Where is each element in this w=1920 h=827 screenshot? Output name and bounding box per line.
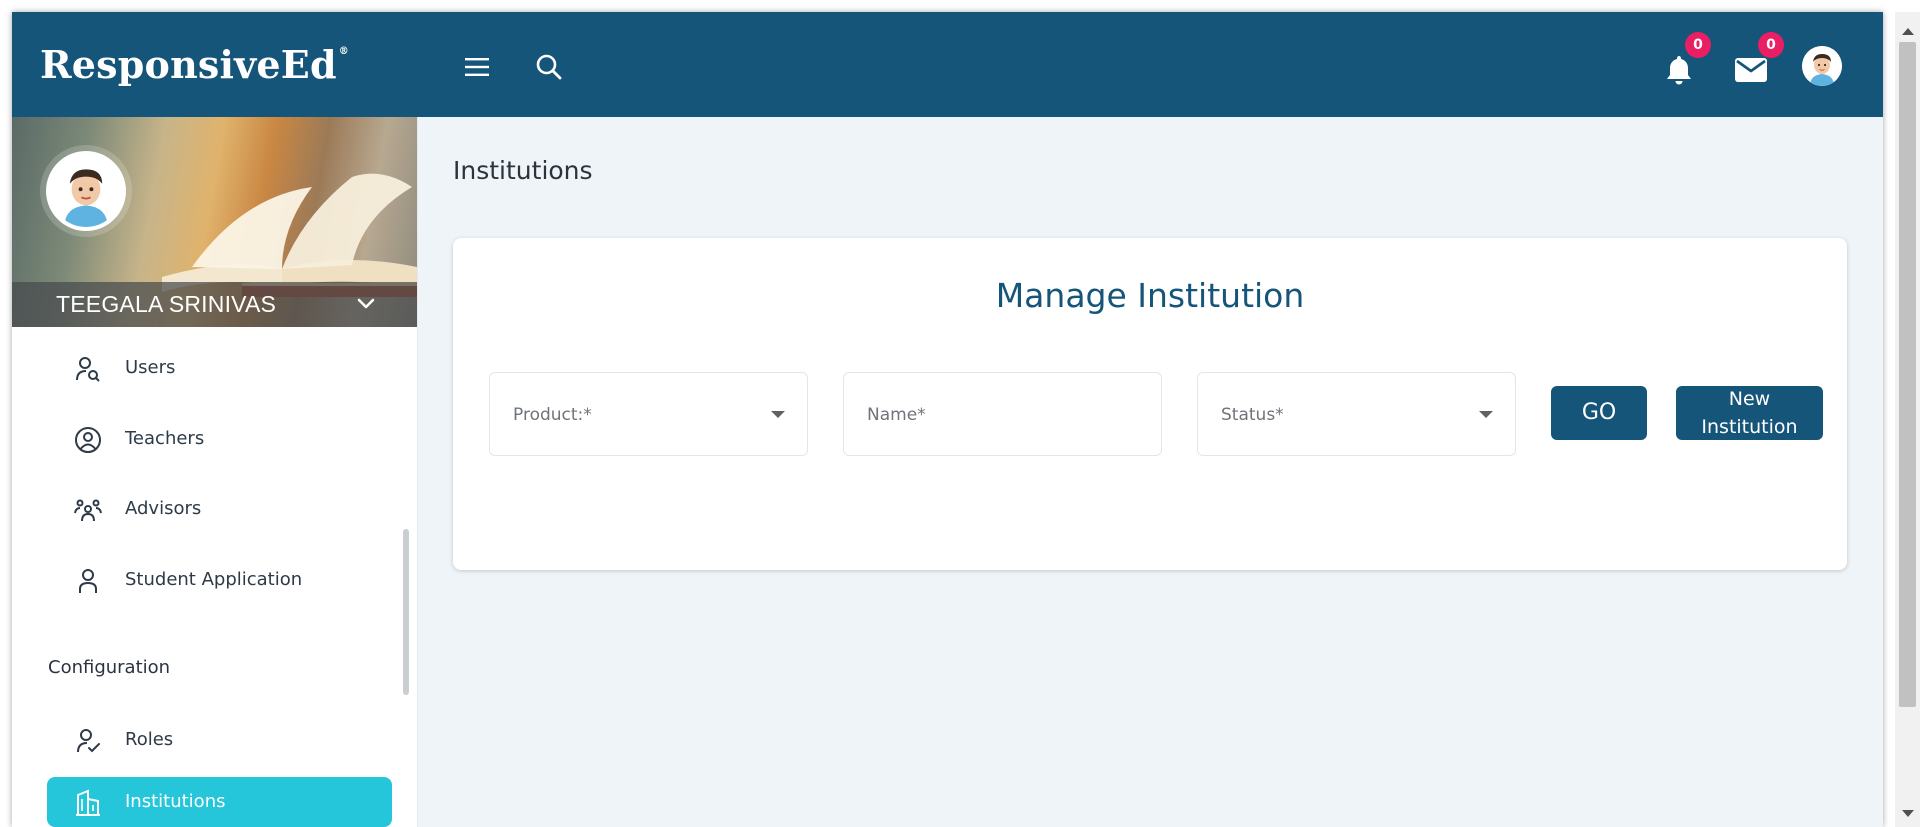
card-title: Manage Institution (995, 276, 1305, 315)
users-group-icon (74, 499, 102, 522)
notifications-button[interactable]: 0 (1659, 32, 1711, 90)
sidebar-item-institutions[interactable]: Institutions (47, 777, 392, 827)
product-placeholder: Product:* (513, 405, 592, 425)
messages-count-badge: 0 (1758, 32, 1784, 58)
new-institution-button[interactable]: New Institution (1676, 386, 1823, 440)
scrollbar-thumb[interactable] (1899, 42, 1916, 707)
user-icon (79, 569, 97, 593)
user-check-icon (77, 729, 100, 753)
sidebar: TEEGALA SRINIVAS Users Teachers Advisors… (12, 117, 418, 827)
name-placeholder: Name* (867, 405, 926, 425)
brand-logo[interactable]: ResponsiveEd ® (40, 42, 349, 87)
sidebar-item-advisors[interactable]: Advisors (47, 484, 392, 534)
menu-toggle-button[interactable] (460, 50, 494, 84)
avatar-icon (1802, 46, 1842, 86)
sidebar-item-label: Advisors (125, 498, 202, 519)
search-button[interactable] (532, 50, 566, 84)
page-title: Institutions (453, 156, 593, 185)
scroll-down-icon[interactable] (1902, 810, 1914, 817)
new-institution-label-line1: New (1728, 388, 1771, 410)
sidebar-item-roles[interactable]: Roles (47, 715, 392, 765)
profile-name: TEEGALA SRINIVAS (56, 291, 277, 317)
book-illustration (162, 173, 417, 297)
user-circle-icon (75, 427, 101, 453)
manage-institution-card: Manage Institution Product:* Name* Statu… (453, 238, 1847, 570)
menu-icon (465, 58, 489, 76)
dropdown-arrow-icon (771, 411, 785, 418)
brand-logo-text: ResponsiveEd (40, 42, 337, 87)
page-scrollbar[interactable] (1895, 12, 1920, 827)
status-placeholder: Status* (1221, 405, 1284, 425)
new-institution-label-line2: Institution (1701, 416, 1798, 438)
mail-icon (1735, 58, 1767, 82)
sidebar-item-label: Users (125, 357, 176, 378)
bell-icon (1667, 56, 1691, 85)
avatar-icon (50, 155, 122, 227)
go-button[interactable]: GO (1551, 386, 1647, 440)
search-icon (536, 54, 562, 80)
dropdown-arrow-icon (1479, 411, 1493, 418)
sidebar-item-label: Student Application (125, 569, 303, 590)
sidebar-item-label: Roles (125, 729, 174, 750)
sidebar-item-student-application[interactable]: Student Application (47, 555, 392, 605)
sidebar-item-label: Institutions (125, 791, 226, 812)
status-select[interactable]: Status* (1197, 372, 1516, 456)
messages-button[interactable]: 0 (1730, 32, 1784, 90)
top-navbar: ResponsiveEd ® 0 0 (12, 12, 1883, 117)
profile-avatar[interactable] (46, 151, 126, 231)
sidebar-scrollbar[interactable] (403, 529, 409, 695)
user-search-icon (76, 357, 100, 382)
scroll-up-icon[interactable] (1902, 28, 1914, 35)
user-avatar[interactable] (1802, 46, 1842, 86)
chevron-down-icon[interactable] (352, 290, 380, 318)
profile-name-bar[interactable]: TEEGALA SRINIVAS (12, 282, 417, 327)
profile-banner: TEEGALA SRINIVAS (12, 117, 417, 327)
app-window: ResponsiveEd ® 0 0 TEEGALA SRINIVAS User… (12, 12, 1883, 827)
section-configuration: Configuration (48, 657, 171, 678)
product-select[interactable]: Product:* (489, 372, 808, 456)
sidebar-item-label: Teachers (125, 428, 205, 449)
sidebar-item-users[interactable]: Users (47, 343, 392, 393)
name-input[interactable]: Name* (843, 372, 1162, 456)
notifications-count-badge: 0 (1685, 32, 1711, 58)
sidebar-item-teachers[interactable]: Teachers (47, 414, 392, 464)
brand-logo-mark: ® (338, 46, 349, 57)
building-icon (76, 789, 100, 816)
